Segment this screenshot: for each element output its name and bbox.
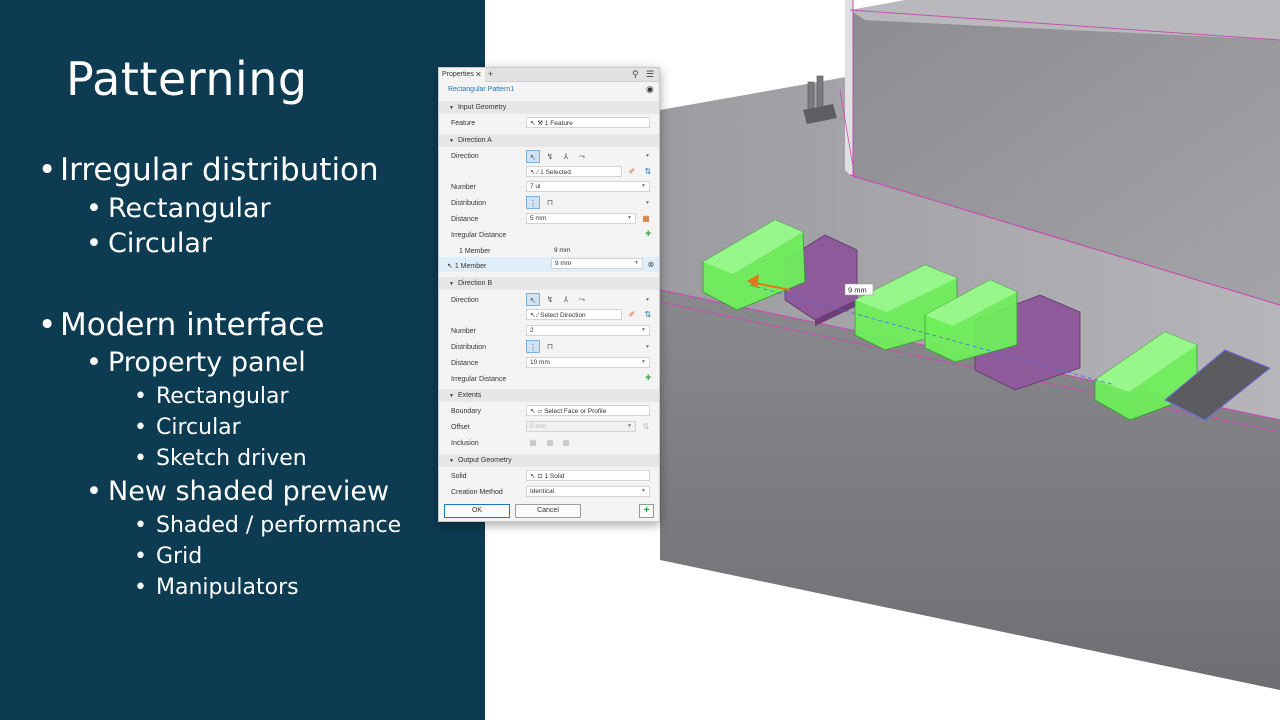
boundary-select-field[interactable]: ↖ ▱ Select Face or Profile (526, 405, 650, 416)
midplane-direction-icon[interactable]: ⤳ (575, 293, 589, 306)
section-direction-b[interactable]: ▼ Direction B (439, 277, 659, 290)
collapse-arrow-icon: ▼ (449, 393, 454, 399)
bullet-item: • Irregular distribution (38, 152, 379, 188)
offset-input: 0 mm ▼ (526, 421, 636, 432)
member-distance-input[interactable]: 9 mm ▼ (551, 258, 643, 269)
bullet-item: • Modern interface (38, 307, 325, 343)
flip-icon[interactable]: ⇅ (641, 308, 655, 321)
cancel-button[interactable]: Cancel (515, 504, 581, 518)
measure-icon[interactable]: ▦ (639, 212, 653, 225)
chevron-down-icon[interactable]: ▼ (645, 297, 656, 303)
boundary-label: Boundary (451, 408, 481, 415)
bullet-item: • Grid (134, 544, 203, 569)
bullet-item: • Sketch driven (134, 446, 307, 471)
slide: Patterning • Irregular distribution • Rect… (0, 0, 1280, 720)
distribution-fit-button[interactable]: ⊓ (543, 196, 557, 209)
bullet-item: • Circular (86, 228, 212, 259)
direction-a-selection[interactable]: ↖ ⁄ 1 Selected (526, 166, 622, 177)
back-wall-side (845, 0, 853, 178)
direction-b-label: Direction (451, 297, 479, 304)
distance-b-input[interactable]: 10 mm ▼ (526, 357, 650, 368)
feature-name[interactable]: Rectangular Pattern1 (448, 86, 514, 93)
tab-properties[interactable]: Properties ✕ (439, 68, 485, 82)
chevron-down-icon[interactable]: ▼ (645, 344, 656, 350)
remove-member-icon[interactable]: ⊗ (644, 258, 658, 271)
panel-tab-bar: Properties ✕ + ⚲ ☰ (439, 68, 659, 82)
add-irregular-distance-button[interactable]: + (645, 228, 651, 240)
menu-icon[interactable]: ☰ (646, 69, 654, 80)
symmetric-direction-icon[interactable]: ⅄ (559, 150, 573, 163)
direction-a-label: Direction (451, 153, 479, 160)
creation-method-select[interactable]: Identical ▼ (526, 486, 650, 497)
feature-label: Feature (451, 120, 476, 127)
section-output-geometry[interactable]: ▼ Output Geometry (439, 454, 659, 467)
chevron-down-icon[interactable]: ▼ (645, 200, 656, 206)
apply-plus-button[interactable]: + (639, 504, 654, 518)
close-icon[interactable]: ✕ (475, 70, 482, 79)
distance-b-label: Distance (451, 360, 479, 367)
properties-panel: Properties ✕ + ⚲ ☰ Rectangular Pattern1 … (438, 67, 660, 522)
irregular-distance-a-label: Irregular Distance (451, 232, 507, 239)
section-direction-a[interactable]: ▼ Direction A (439, 134, 659, 147)
distribution-b-label: Distribution (451, 344, 487, 351)
add-tab-icon[interactable]: + (488, 69, 493, 79)
distribution-spacing-button[interactable]: ⋮ (526, 196, 540, 209)
member-label: 1 Member (459, 248, 491, 255)
select-direction-button[interactable]: ↖ (526, 150, 540, 163)
solid-select-field[interactable]: ↖ ⊡ 1 Solid (526, 470, 650, 481)
inclusion-label: Inclusion (451, 440, 479, 447)
member-label: ↖ 1 Member (447, 263, 487, 270)
distribution-fit-button[interactable]: ⊓ (543, 340, 557, 353)
number-a-input[interactable]: 7 ul ▼ (526, 181, 650, 192)
section-extents[interactable]: ▼ Extents (439, 389, 659, 402)
number-b-input[interactable]: 2 ▼ (526, 325, 650, 336)
collapse-arrow-icon: ▼ (449, 138, 454, 144)
direction-b-selection[interactable]: ↖ ⁄ Select Direction (526, 309, 622, 320)
bullet-item: • Rectangular (86, 193, 271, 224)
distribution-a-label: Distribution (451, 200, 487, 207)
collapse-arrow-icon: ▼ (449, 458, 454, 464)
bullet-item: • New shaded preview (86, 476, 390, 507)
bullet-item: • Property panel (86, 347, 306, 378)
creation-method-label: Creation Method (451, 489, 503, 496)
bullet-item: • Manipulators (134, 575, 299, 600)
pick-direction-icon[interactable]: ✐ (625, 308, 639, 321)
distance-a-input[interactable]: 5 mm ▼ (526, 213, 636, 224)
add-irregular-distance-button[interactable]: + (645, 372, 651, 384)
symmetric-direction-icon[interactable]: ⅄ (559, 293, 573, 306)
offset-flip-icon: ⇅ (642, 422, 650, 431)
model-post (816, 75, 824, 111)
slide-title: Patterning (66, 52, 308, 106)
flip-icon[interactable]: ⇅ (641, 165, 655, 178)
inclusion-option-icon: ▦ (546, 438, 554, 447)
irregular-distance-b-label: Irregular Distance (451, 376, 507, 383)
bullet-item: • Rectangular (134, 384, 289, 409)
bullet-item: • Shaded / performance (134, 513, 402, 538)
member-value: 9 mm (554, 247, 571, 254)
search-icon[interactable]: ⚲ (632, 69, 639, 80)
select-direction-button[interactable]: ↖ (526, 293, 540, 306)
section-input-geometry[interactable]: ▼ Input Geometry (439, 101, 659, 114)
pick-direction-icon[interactable]: ✐ (625, 165, 639, 178)
inclusion-option-icon: ▦ (529, 438, 537, 447)
inclusion-option-icon: ▦ (562, 438, 570, 447)
distribution-spacing-button[interactable]: ⋮ (526, 340, 540, 353)
dimension-label: 9 mm (848, 286, 867, 295)
ok-button[interactable]: OK (444, 504, 510, 518)
chevron-down-icon[interactable]: ▼ (645, 153, 656, 159)
feature-select-field[interactable]: ↖ ⚒ 1 Feature (526, 117, 650, 128)
collapse-arrow-icon: ▼ (449, 105, 454, 111)
midplane-direction-icon[interactable]: ⤳ (575, 150, 589, 163)
number-b-label: Number (451, 328, 476, 335)
flip-direction-icon[interactable]: ↯ (543, 150, 557, 163)
distance-a-label: Distance (451, 216, 479, 223)
solid-label: Solid (451, 473, 467, 480)
collapse-arrow-icon: ▼ (449, 281, 454, 287)
offset-label: Offset (451, 424, 470, 431)
number-a-label: Number (451, 184, 476, 191)
bullet-item: • Circular (134, 415, 241, 440)
flip-direction-icon[interactable]: ↯ (543, 293, 557, 306)
slide-text-panel: Patterning • Irregular distribution • Rect… (0, 0, 485, 720)
visibility-eye-icon[interactable]: ◉ (646, 84, 654, 95)
